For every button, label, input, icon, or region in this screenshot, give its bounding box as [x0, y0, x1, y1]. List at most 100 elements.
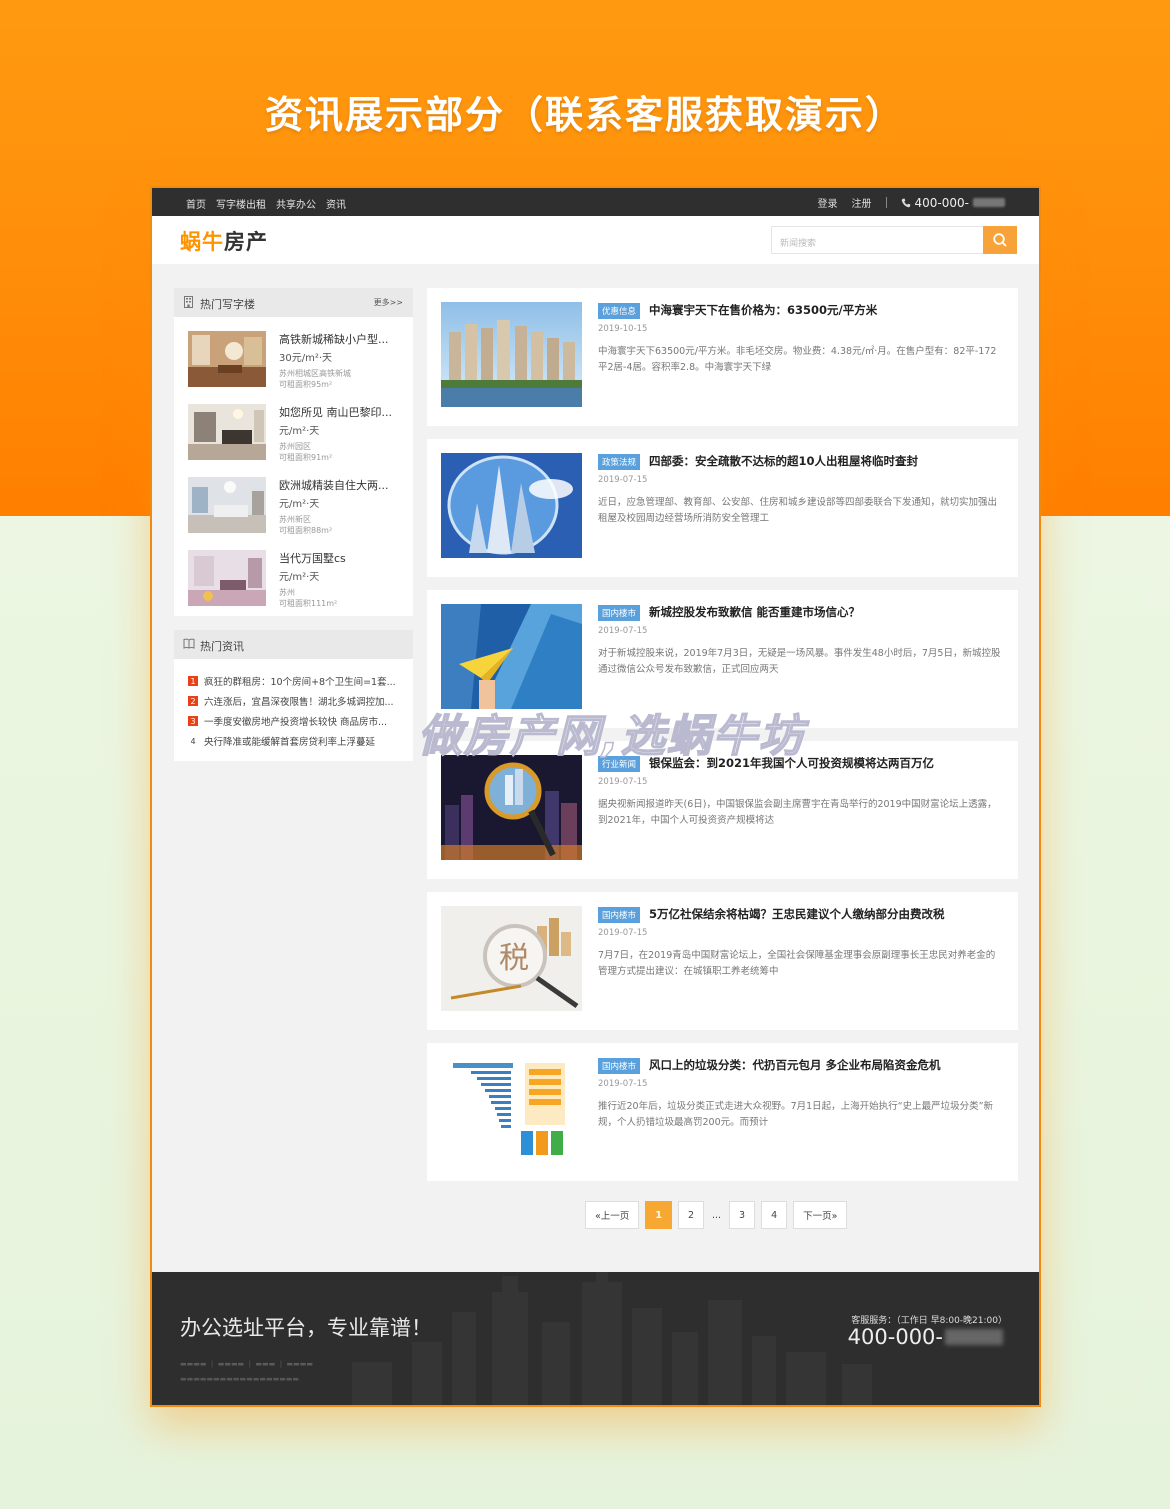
pagination-ellipsis: ...: [711, 1209, 722, 1221]
article-date: 2019-07-15: [598, 475, 648, 485]
article-date: 2019-07-15: [598, 928, 648, 938]
article-summary: 中海寰宇天下63500元/平方米。非毛坯交房。物业费：4.38元/㎡·月。在售户…: [598, 346, 997, 373]
article-summary: 据央视新闻报道昨天(6日)，中国银保监会副主席曹宇在青岛举行的2019中国财富论…: [598, 799, 997, 826]
top-nav: 首页 写字楼出租 共享办公 资讯: [186, 196, 346, 211]
nav-coworking[interactable]: 共享办公: [276, 196, 316, 211]
search-box: 新闻搜索: [771, 226, 1017, 254]
rank-badge: 1: [188, 676, 198, 686]
article-summary: 近日，应急管理部、教育部、公安部、住房和城乡建设部等四部委联合下发通知，就切实加…: [598, 497, 998, 524]
property-price: 元/m²·天: [279, 572, 320, 583]
article-title[interactable]: 银保监会：到2021年我国个人可投资规模将达两百万亿: [649, 755, 934, 771]
search-button[interactable]: [983, 226, 1017, 254]
property-name: 高铁新城稀缺小户型...: [279, 333, 389, 346]
rank-badge: 3: [188, 716, 198, 726]
property-item[interactable]: 欧洲城精装自住大两... 元/m²·天 苏州新区 可租面积88m²: [174, 463, 413, 536]
hot-offices-panel: 热门写字楼 更多>> 高铁新城稀缺小户型... 30元/m²·天 苏州相城区高铁…: [174, 288, 413, 616]
top-links: 登录 注册 400-000-: [818, 195, 1005, 210]
article-thumbnail: [441, 1057, 582, 1162]
website-preview: 首页 写字楼出租 共享办公 资讯 登录 注册 400-000- 蜗牛房产 新闻搜…: [150, 186, 1041, 1407]
service-phone: 400-000-: [848, 1325, 1003, 1349]
page-4-button[interactable]: 4: [761, 1201, 788, 1229]
property-item[interactable]: 如您所见 南山巴黎印... 元/m²·天 苏州园区 可租面积91m²: [174, 390, 413, 463]
rank-badge: 4: [190, 736, 196, 746]
nav-home[interactable]: 首页: [186, 196, 206, 211]
hot-news-title: 热门资讯: [200, 640, 244, 653]
article-card[interactable]: 优惠信息 中海寰宇天下在售价格为：63500元/平方米 2019-10-15 中…: [427, 288, 1018, 426]
article-title[interactable]: 5万亿社保结余将枯竭？王忠民建议个人缴纳部分由费改税: [649, 906, 945, 922]
next-page-button[interactable]: 下一页»: [793, 1201, 848, 1229]
property-location: 苏州相城区高铁新城: [279, 369, 351, 378]
hot-news-header: 热门资讯: [174, 630, 413, 659]
more-link[interactable]: 更多>>: [374, 297, 403, 308]
phone-blur: [973, 198, 1005, 207]
phone-icon: [901, 198, 910, 207]
article-summary: 推行近20年后，垃圾分类正式走进大众视野。7月1日起，上海开始执行“史上最严垃圾…: [598, 1101, 994, 1128]
article-date: 2019-07-15: [598, 777, 648, 787]
footer-links: ▬▬▬▬ | ▬▬▬▬ | ▬▬▬ | ▬▬▬▬: [180, 1360, 313, 1368]
page-3-button[interactable]: 3: [729, 1201, 756, 1229]
nav-office-rent[interactable]: 写字楼出租: [216, 196, 266, 211]
article-summary: 对于新城控股来说，2019年7月3日，无疑是一场风暴。事件发生48小时后，7月5…: [598, 648, 1001, 675]
rank-badge: 2: [188, 696, 198, 706]
login-link[interactable]: 登录: [818, 195, 838, 210]
article-list: 优惠信息 中海寰宇天下在售价格为：63500元/平方米 2019-10-15 中…: [427, 288, 1018, 1194]
page-1-button[interactable]: 1: [645, 1201, 672, 1229]
news-text: 六连涨后，宜昌深夜限售！湖北多城调控加...: [204, 697, 394, 708]
property-item[interactable]: 当代万国墅cs 元/m²·天 苏州 可租面积111m²: [174, 536, 413, 616]
search-input[interactable]: 新闻搜索: [771, 226, 983, 254]
service-phone-number: 400-000-: [847, 1325, 943, 1349]
article-card[interactable]: 政策法规 四部委：安全疏散不达标的超10人出租屋将临时查封 2019-07-15…: [427, 439, 1018, 577]
article-thumbnail: [441, 755, 582, 860]
site-header: 蜗牛房产 新闻搜索: [152, 216, 1039, 264]
footer-slogan: 办公选址平台，专业靠谱！: [180, 1316, 432, 1340]
hot-news-list: 1 疯狂的群租房：10个房间+8个卫生间=1套... 2 六连涨后，宜昌深夜限售…: [174, 659, 413, 761]
list-item[interactable]: 3 一季度安徽房地产投资增长较快 商品房市...: [188, 711, 399, 731]
hot-news-panel: 热门资讯 1 疯狂的群租房：10个房间+8个卫生间=1套... 2 六连涨后，宜…: [174, 630, 413, 761]
property-item[interactable]: 高铁新城稀缺小户型... 30元/m²·天 苏州相城区高铁新城 可租面积95m²: [174, 317, 413, 390]
register-link[interactable]: 注册: [852, 195, 872, 210]
property-price: 元/m²·天: [279, 499, 320, 510]
property-area: 可租面积95m²: [279, 380, 333, 389]
category-tag: 政策法规: [598, 454, 641, 470]
property-photo: [188, 331, 266, 387]
article-title[interactable]: 四部委：安全疏散不达标的超10人出租屋将临时查封: [649, 453, 918, 469]
list-item[interactable]: 4 央行降准或能缓解首套房贷利率上浮蔓延: [188, 731, 399, 751]
article-title[interactable]: 新城控股发布致歉信 能否重建市场信心？: [649, 604, 860, 620]
article-date: 2019-07-15: [598, 1079, 648, 1089]
search-icon: [993, 233, 1007, 247]
logo-part2: 房产: [224, 230, 268, 254]
article-card[interactable]: 国内楼市 新城控股发布致歉信 能否重建市场信心？ 2019-07-15 对于新城…: [427, 590, 1018, 728]
article-date: 2019-07-15: [598, 626, 648, 636]
nav-news[interactable]: 资讯: [326, 196, 346, 211]
article-card[interactable]: 行业新闻 银保监会：到2021年我国个人可投资规模将达两百万亿 2019-07-…: [427, 741, 1018, 879]
top-bar: 首页 写字楼出租 共享办公 资讯 登录 注册 400-000-: [152, 188, 1039, 216]
property-location: 苏州园区: [279, 442, 311, 451]
footer-copyright: ▬▬▬▬▬▬▬▬▬▬▬▬▬▬▬▬▬▬: [180, 1375, 300, 1383]
sidebar: 热门写字楼 更多>> 高铁新城稀缺小户型... 30元/m²·天 苏州相城区高铁…: [174, 288, 413, 775]
category-tag: 优惠信息: [598, 303, 641, 319]
logo-part1: 蜗牛: [180, 230, 224, 254]
list-item[interactable]: 1 疯狂的群租房：10个房间+8个卫生间=1套...: [188, 671, 399, 691]
news-text: 一季度安徽房地产投资增长较快 商品房市...: [204, 717, 388, 728]
property-photo: [188, 477, 266, 533]
prev-page-button[interactable]: «上一页: [585, 1201, 640, 1229]
article-thumbnail: 税: [441, 906, 582, 1011]
page-2-button[interactable]: 2: [677, 1201, 704, 1229]
article-card[interactable]: 国内楼市 风口上的垃圾分类：代扔百元包月 多企业布局陷资金危机 2019-07-…: [427, 1043, 1018, 1181]
property-area: 可租面积91m²: [279, 453, 333, 462]
article-thumbnail: [441, 604, 582, 709]
site-logo[interactable]: 蜗牛房产: [180, 226, 268, 256]
article-card[interactable]: 税 国内楼市 5万亿社保结余将枯竭？王忠民建议个人缴纳部分由费改税 2019-0…: [427, 892, 1018, 1030]
news-text: 疯狂的群租房：10个房间+8个卫生间=1套...: [204, 677, 396, 688]
property-area: 可租面积88m²: [279, 526, 333, 535]
property-price: 30元/m²·天: [279, 353, 333, 364]
category-tag: 国内楼市: [598, 1058, 641, 1074]
list-item[interactable]: 2 六连涨后，宜昌深夜限售！湖北多城调控加...: [188, 691, 399, 711]
article-title[interactable]: 风口上的垃圾分类：代扔百元包月 多企业布局陷资金危机: [649, 1057, 941, 1073]
article-title[interactable]: 中海寰宇天下在售价格为：63500元/平方米: [649, 302, 877, 318]
banner-title: 资讯展示部分（联系客服获取演示）: [264, 93, 905, 137]
building-icon: [184, 296, 193, 308]
hot-offices-title: 热门写字楼: [200, 298, 255, 311]
book-icon: [183, 638, 195, 649]
svg-text:税: 税: [499, 941, 529, 976]
